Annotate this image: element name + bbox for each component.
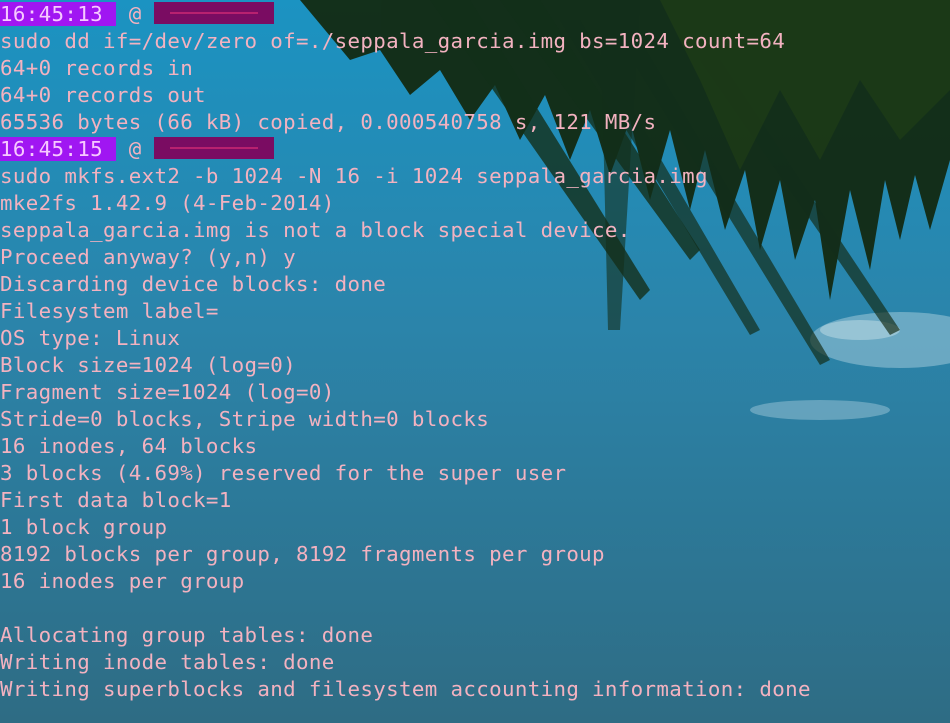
- terminal-line: Writing inode tables: done: [0, 650, 335, 674]
- terminal-line: mke2fs 1.42.9 (4-Feb-2014): [0, 191, 335, 215]
- prompt-at-sign: @: [128, 2, 142, 26]
- prompt-timestamp: 16:45:13: [0, 2, 103, 26]
- terminal-line: Fragment size=1024 (log=0): [0, 380, 335, 404]
- terminal-line: OS type: Linux: [0, 326, 181, 350]
- terminal-line: Allocating group tables: done: [0, 623, 374, 647]
- prompt-timestamp: 16:45:15: [0, 137, 103, 161]
- terminal-line: Block size=1024 (log=0): [0, 353, 297, 377]
- prompt-timestamp-pad: [102, 137, 116, 161]
- terminal-line: Stride=0 blocks, Stripe width=0 blocks: [0, 407, 490, 431]
- prompt-line: 16:45:13 @: [0, 1, 950, 28]
- terminal-line: First data block=1: [0, 488, 232, 512]
- terminal-line: 1 block group: [0, 515, 168, 539]
- terminal-line: 16 inodes per group: [0, 569, 245, 593]
- prompt-timestamp-pad: [102, 2, 116, 26]
- terminal-line: Proceed anyway? (y,n) y: [0, 245, 297, 269]
- terminal-line: seppala_garcia.img is not a block specia…: [0, 218, 631, 242]
- terminal-output: 16:45:13 @ sudo dd if=/dev/zero of=./sep…: [0, 0, 950, 723]
- terminal-line: Writing superblocks and filesystem accou…: [0, 677, 811, 701]
- prompt-at-sign: @: [128, 137, 142, 161]
- terminal-line: 16 inodes, 64 blocks: [0, 434, 258, 458]
- prompt-line: 16:45:15 @: [0, 136, 950, 163]
- terminal-line: 64+0 records in: [0, 56, 194, 80]
- redacted-hostname: [154, 2, 275, 24]
- terminal-line: 3 blocks (4.69%) reserved for the super …: [0, 461, 567, 485]
- redacted-hostname: [154, 137, 275, 159]
- terminal-line: sudo mkfs.ext2 -b 1024 -N 16 -i 1024 sep…: [0, 164, 708, 188]
- terminal-line: Discarding device blocks: done: [0, 272, 387, 296]
- terminal-line: 8192 blocks per group, 8192 fragments pe…: [0, 542, 605, 566]
- terminal-line: sudo dd if=/dev/zero of=./seppala_garcia…: [0, 29, 786, 53]
- terminal-line: 64+0 records out: [0, 83, 206, 107]
- terminal-line: Filesystem label=: [0, 299, 219, 323]
- terminal-line: 65536 bytes (66 kB) copied, 0.000540758 …: [0, 110, 657, 134]
